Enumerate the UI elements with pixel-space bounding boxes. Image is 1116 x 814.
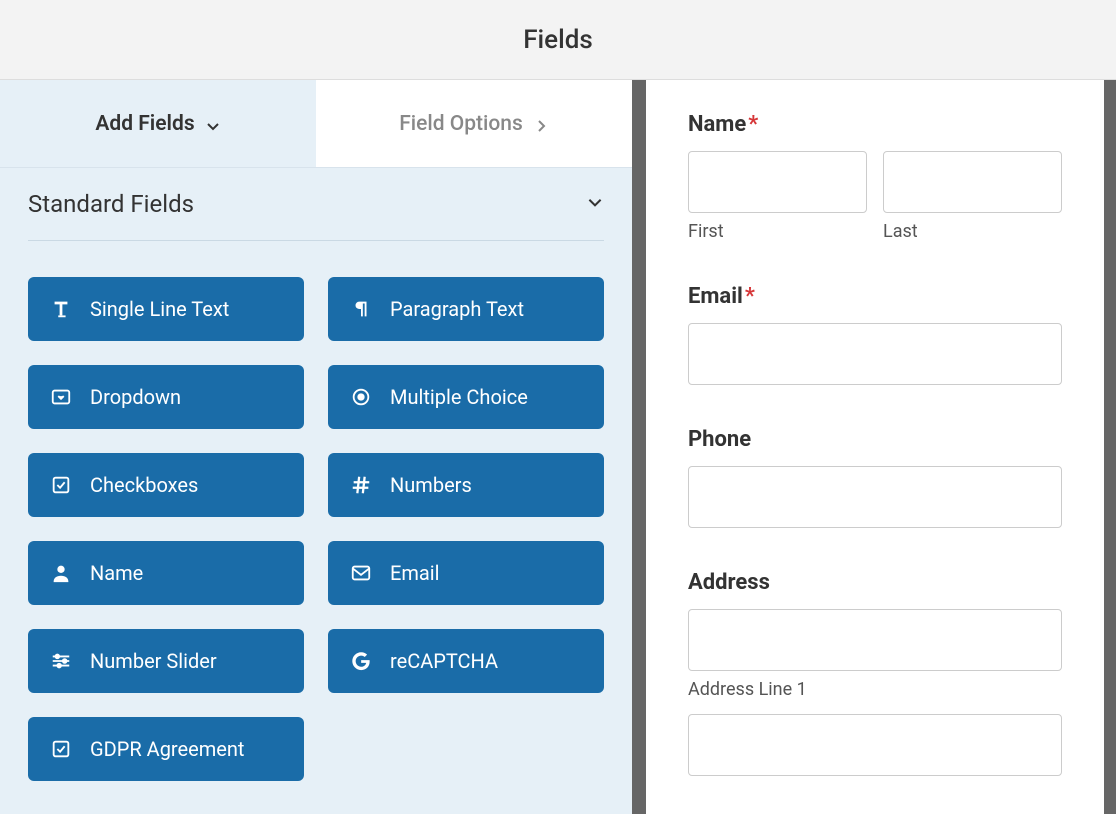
- chevron-down-icon: [586, 193, 604, 215]
- field-number-slider[interactable]: Number Slider: [28, 629, 304, 693]
- last-name-col: Last: [883, 151, 1062, 242]
- field-label: Paragraph Text: [390, 297, 524, 321]
- field-label: Single Line Text: [90, 297, 229, 321]
- envelope-icon: [350, 562, 372, 584]
- main-content: Add Fields Field Options Standard Fields: [0, 80, 1116, 814]
- field-dropdown[interactable]: Dropdown: [28, 365, 304, 429]
- google-icon: [350, 650, 372, 672]
- preview-field-email[interactable]: Email*: [688, 284, 1062, 385]
- name-inputs-row: First Last: [688, 151, 1062, 242]
- form-preview: Name* First Last Email*: [646, 80, 1104, 814]
- required-indicator: *: [745, 284, 755, 309]
- field-checkboxes[interactable]: Checkboxes: [28, 453, 304, 517]
- field-label: Number Slider: [90, 649, 217, 673]
- first-sublabel: First: [688, 221, 867, 242]
- preview-field-name[interactable]: Name* First Last: [688, 112, 1062, 242]
- tab-label: Add Fields: [95, 112, 194, 136]
- field-label-address: Address: [688, 570, 1062, 595]
- field-label-name: Name*: [688, 112, 1062, 137]
- preview-field-address[interactable]: Address Address Line 1: [688, 570, 1062, 776]
- section-standard-fields: Standard Fields: [0, 168, 632, 241]
- tab-label: Field Options: [399, 112, 523, 136]
- address-line1-sublabel: Address Line 1: [688, 679, 1062, 700]
- field-label: reCAPTCHA: [390, 649, 498, 673]
- phone-input[interactable]: [688, 466, 1062, 528]
- section-header[interactable]: Standard Fields: [28, 190, 604, 241]
- required-indicator: *: [748, 112, 758, 137]
- radio-icon: [350, 386, 372, 408]
- page-header: Fields: [0, 0, 1116, 80]
- dropdown-icon: [50, 386, 72, 408]
- section-title: Standard Fields: [28, 190, 194, 218]
- chevron-right-icon: [533, 116, 549, 132]
- field-gdpr[interactable]: GDPR Agreement: [28, 717, 304, 781]
- field-label: GDPR Agreement: [90, 737, 244, 761]
- field-label-phone: Phone: [688, 427, 1062, 452]
- page-title: Fields: [523, 25, 593, 55]
- last-sublabel: Last: [883, 221, 1062, 242]
- preview-wrapper: Name* First Last Email*: [632, 80, 1116, 814]
- field-multiple-choice[interactable]: Multiple Choice: [328, 365, 604, 429]
- tab-field-options[interactable]: Field Options: [316, 80, 632, 167]
- email-input[interactable]: [688, 323, 1062, 385]
- field-single-line-text[interactable]: Single Line Text: [28, 277, 304, 341]
- field-label: Checkboxes: [90, 473, 198, 497]
- field-label-email: Email*: [688, 284, 1062, 309]
- field-label: Dropdown: [90, 385, 181, 409]
- field-label: Multiple Choice: [390, 385, 528, 409]
- user-icon: [50, 562, 72, 584]
- field-recaptcha[interactable]: reCAPTCHA: [328, 629, 604, 693]
- text-icon: [50, 298, 72, 320]
- field-paragraph-text[interactable]: Paragraph Text: [328, 277, 604, 341]
- field-grid: Single Line Text Paragraph Text Dropdown…: [0, 241, 632, 809]
- field-numbers[interactable]: Numbers: [328, 453, 604, 517]
- paragraph-icon: [350, 298, 372, 320]
- address-line2-input[interactable]: [688, 714, 1062, 776]
- chevron-down-icon: [205, 116, 221, 132]
- first-name-input[interactable]: [688, 151, 867, 213]
- field-label: Name: [90, 561, 143, 585]
- tab-add-fields[interactable]: Add Fields: [0, 80, 316, 167]
- slider-icon: [50, 650, 72, 672]
- sidebar-tabs: Add Fields Field Options: [0, 80, 632, 168]
- hash-icon: [350, 474, 372, 496]
- field-label: Email: [390, 561, 440, 585]
- last-name-input[interactable]: [883, 151, 1062, 213]
- field-label: Numbers: [390, 473, 472, 497]
- checkbox-icon: [50, 474, 72, 496]
- address-line1-input[interactable]: [688, 609, 1062, 671]
- preview-field-phone[interactable]: Phone: [688, 427, 1062, 528]
- first-name-col: First: [688, 151, 867, 242]
- field-name[interactable]: Name: [28, 541, 304, 605]
- fields-sidebar: Add Fields Field Options Standard Fields: [0, 80, 632, 814]
- checkbox-icon: [50, 738, 72, 760]
- field-email[interactable]: Email: [328, 541, 604, 605]
